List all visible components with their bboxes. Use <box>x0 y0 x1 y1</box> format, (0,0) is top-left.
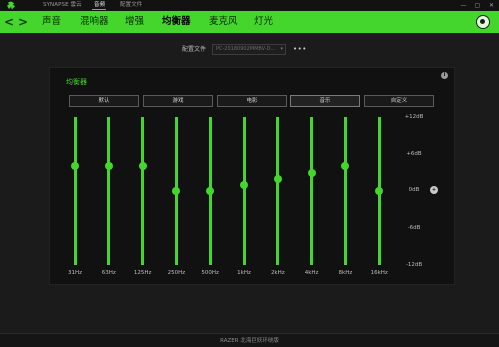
panel-title: 均衡器 <box>66 78 87 86</box>
eq-band-label: 8kHz <box>338 270 353 276</box>
profile-select-value: PC-20180902MMBV-D... <box>216 46 276 52</box>
nav-bar: < > 声音 混响器 增强 均衡器 麦克风 灯光 <box>0 11 499 33</box>
eq-band-label: 500Hz <box>201 270 219 276</box>
nav-item-sound[interactable]: 声音 <box>42 11 61 33</box>
db-label-minus6: -6dB <box>407 225 421 231</box>
back-icon[interactable]: < <box>4 13 14 31</box>
preset-music-button[interactable]: 音乐 <box>290 95 360 107</box>
title-bar: SYNAPSE 雲云 音频 配置文件 — ▢ ✕ <box>0 0 499 11</box>
tab-synapse[interactable]: SYNAPSE 雲云 <box>43 1 82 10</box>
preset-movie-button[interactable]: 电影 <box>217 95 287 107</box>
more-options-button[interactable]: ••• <box>293 45 307 54</box>
eq-slider-track[interactable] <box>310 117 314 265</box>
device-name: RAZER 北海巨妖环绕版 <box>220 338 279 344</box>
nav-item-equalizer[interactable]: 均衡器 <box>162 11 191 33</box>
preset-game-button[interactable]: 游戏 <box>143 95 213 107</box>
eq-slider-knob[interactable] <box>240 180 248 189</box>
eq-slider-knob[interactable] <box>307 168 316 177</box>
minimize-button[interactable]: — <box>459 1 468 10</box>
eq-slider-track[interactable] <box>73 117 77 265</box>
db-label-plus6: +6dB <box>406 151 422 157</box>
nav-item-microphone[interactable]: 麦克风 <box>209 11 238 33</box>
eq-band-label: 2kHz <box>270 270 285 276</box>
eq-band-label: 1kHz <box>237 270 251 276</box>
eq-slider-knob[interactable] <box>273 174 282 183</box>
preset-custom-button[interactable]: 自定义 <box>364 95 434 107</box>
info-icon[interactable]: i <box>441 72 448 79</box>
forward-icon[interactable]: > <box>18 13 28 31</box>
eq-band-label: 31Hz <box>67 270 83 276</box>
nav-item-enhance[interactable]: 增强 <box>125 11 144 33</box>
eq-slider-knob[interactable] <box>138 162 147 171</box>
eq-slider-track[interactable] <box>141 117 145 265</box>
user-avatar[interactable] <box>476 15 490 29</box>
reset-zero-icon[interactable]: + <box>430 186 438 194</box>
eq-slider-track[interactable] <box>276 117 280 265</box>
db-label-zero: 0dB <box>408 187 420 193</box>
eq-slider-track[interactable] <box>242 117 246 265</box>
nav-item-mixer[interactable]: 混响器 <box>80 11 109 33</box>
tab-profiles[interactable]: 配置文件 <box>120 1 142 10</box>
eq-band-label: 250Hz <box>167 270 186 276</box>
eq-slider-track[interactable] <box>343 117 347 265</box>
eq-band-label: 16kHz <box>370 270 388 276</box>
maximize-button[interactable]: ▢ <box>473 1 482 10</box>
eq-band-label: 4kHz <box>304 270 319 276</box>
close-button[interactable]: ✕ <box>487 1 496 10</box>
preset-default-button[interactable]: 默认 <box>69 95 139 107</box>
eq-slider-track[interactable] <box>107 117 111 265</box>
nav-item-lighting[interactable]: 灯光 <box>254 11 273 33</box>
db-label-min: -12dB <box>405 262 423 268</box>
eq-band-label: 125Hz <box>133 270 152 276</box>
active-tab-underline <box>92 9 106 10</box>
profile-label: 配置文件 <box>182 46 207 53</box>
chevron-down-icon: ▾ <box>280 46 283 52</box>
eq-band-label: 63Hz <box>101 270 116 276</box>
profile-select[interactable]: PC-20180902MMBV-D... ▾ <box>212 44 286 55</box>
razer-logo-icon <box>7 1 15 10</box>
db-label-max: +12dB <box>404 114 424 120</box>
